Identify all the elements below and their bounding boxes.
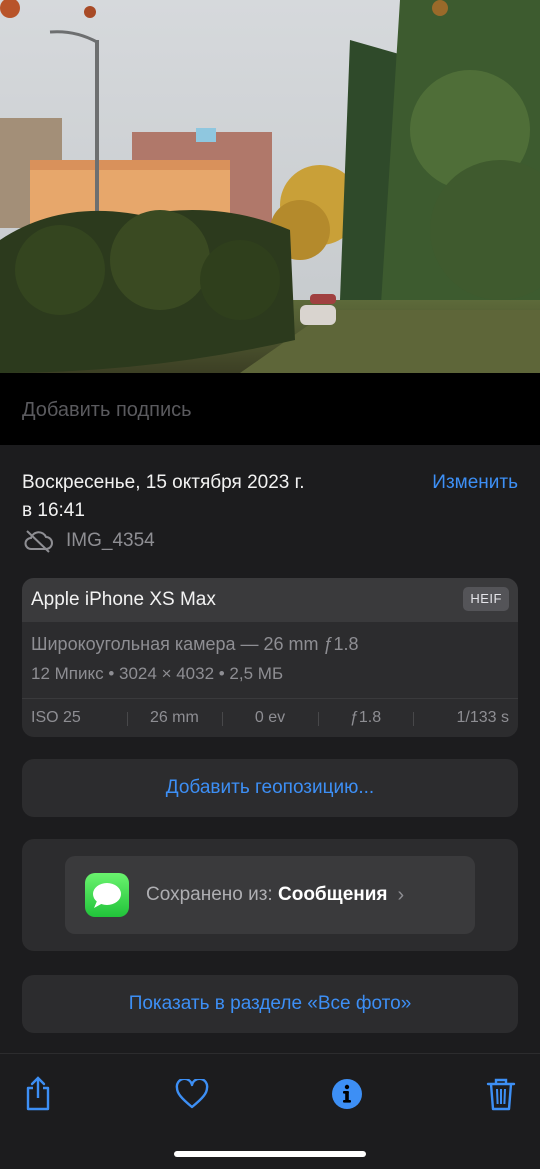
file-name: IMG_4354	[66, 530, 155, 551]
share-icon[interactable]	[18, 1074, 58, 1114]
date-text: Воскресенье, 15 октября 2023 г.	[22, 472, 305, 493]
iso-value: ISO 25	[31, 709, 81, 726]
chevron-right-icon: ›	[397, 883, 405, 906]
heart-icon[interactable]	[172, 1074, 212, 1114]
shutter-value: 1/133 s	[413, 709, 518, 727]
saved-from-app: Сообщения	[278, 884, 388, 905]
exif-values: ISO 25 26 mm 0 ev ƒ1.8 1/133 s	[22, 699, 518, 737]
caption-field[interactable]: Добавить подпись	[0, 373, 540, 445]
info-sheet: Воскресенье, 15 октября 2023 г. в 16:41 …	[0, 445, 540, 1053]
edit-date-button[interactable]: Изменить	[432, 469, 518, 497]
caption-placeholder[interactable]: Добавить подпись	[22, 399, 192, 422]
show-in-all-photos-label[interactable]: Показать в разделе «Все фото»	[129, 993, 412, 1015]
image-specs: 12 Мпикс • 3024 × 4032 • 2,5 МБ	[31, 664, 284, 683]
exif-header: Apple iPhone XS Max HEIF	[22, 578, 518, 622]
saved-from-text: Сохранено из: Сообщения	[146, 884, 388, 906]
saved-from-prefix: Сохранено из:	[146, 884, 273, 905]
messages-app-icon	[85, 873, 129, 917]
cloud-off-icon	[24, 530, 53, 553]
saved-from-card: Сохранено из: Сообщения ›	[22, 839, 518, 951]
bottom-toolbar	[0, 1053, 540, 1169]
photo-preview[interactable]	[0, 0, 540, 373]
lens-info: Широкоугольная камера — 26 mm ƒ1.8	[31, 634, 359, 654]
trash-icon[interactable]	[481, 1074, 521, 1114]
add-location-button[interactable]: Добавить геопозицию...	[22, 759, 518, 817]
time-text: в 16:41	[22, 500, 85, 521]
show-in-all-photos-button[interactable]: Показать в разделе «Все фото»	[22, 975, 518, 1033]
device-name: Apple iPhone XS Max	[31, 589, 216, 610]
saved-from-messages[interactable]: Сохранено из: Сообщения ›	[65, 856, 475, 934]
format-badge: HEIF	[463, 587, 509, 611]
focal-length-value: 26 mm	[126, 709, 223, 727]
date-time: Воскресенье, 15 октября 2023 г. в 16:41	[22, 469, 382, 525]
exposure-value: 0 ev	[222, 709, 318, 727]
photo-image	[0, 0, 540, 373]
add-location-label[interactable]: Добавить геопозицию...	[166, 777, 374, 799]
aperture-value: ƒ1.8	[317, 709, 414, 727]
info-icon[interactable]	[327, 1074, 367, 1114]
home-indicator[interactable]	[174, 1151, 366, 1157]
file-info: IMG_4354	[22, 529, 155, 553]
exif-card: Apple iPhone XS Max HEIF Широкоугольная …	[22, 578, 518, 737]
